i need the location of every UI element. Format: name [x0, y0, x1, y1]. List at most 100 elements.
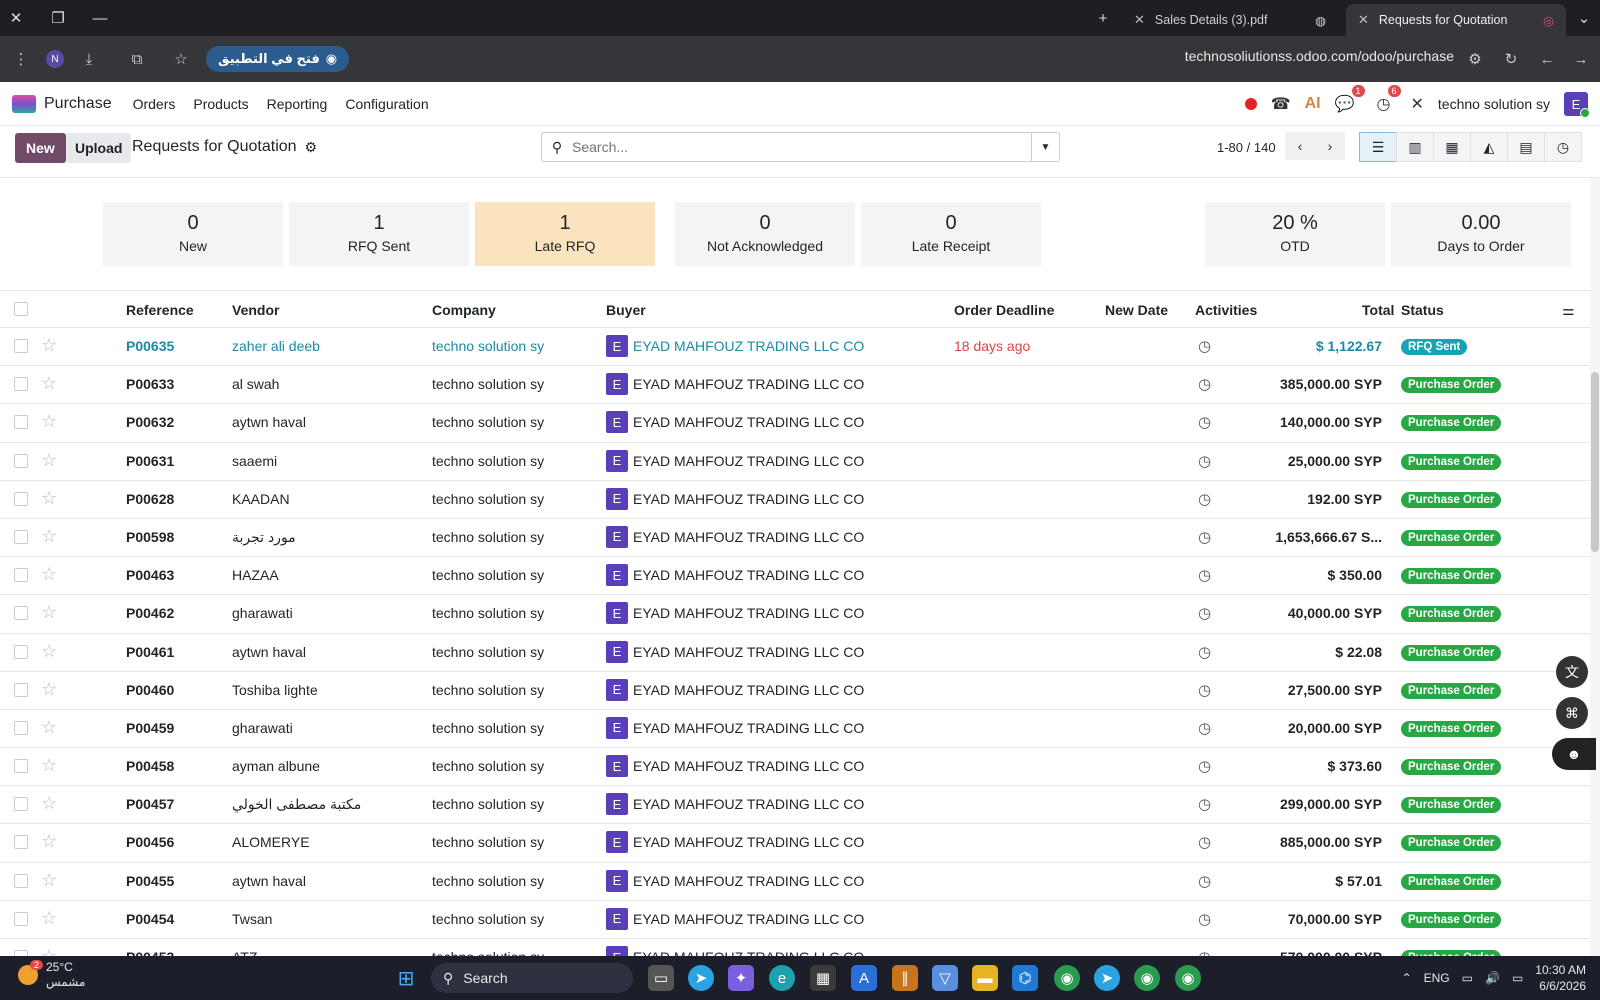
back-icon[interactable]: ←: [1530, 51, 1564, 68]
chrome-icon[interactable]: ◉: [1054, 965, 1080, 991]
store-icon[interactable]: ▦: [810, 965, 836, 991]
activity-clock-icon[interactable]: ◷: [1198, 757, 1211, 775]
row-checkbox[interactable]: [14, 415, 28, 430]
star-icon[interactable]: ☆: [41, 908, 57, 929]
menu-configuration[interactable]: Configuration: [345, 96, 428, 112]
activity-clock-icon[interactable]: ◷: [1198, 528, 1211, 546]
task-view-icon[interactable]: ▭: [648, 965, 674, 991]
search-options-dropdown-icon[interactable]: ▼: [1031, 133, 1059, 161]
optional-columns-icon[interactable]: ⚌: [1562, 302, 1575, 319]
battery-icon[interactable]: ▭: [1512, 971, 1523, 985]
recording-indicator[interactable]: [1244, 98, 1257, 110]
open-in-app-button[interactable]: فتح في التطبيق ◉: [206, 46, 350, 72]
table-row[interactable]: ☆ P00632 aytwn haval techno solution sy E EYA…: [0, 404, 1590, 443]
pager-previous-button[interactable]: ‹: [1285, 132, 1315, 160]
telegram-icon[interactable]: ➤: [688, 965, 714, 991]
select-all-checkbox[interactable]: [14, 302, 28, 316]
row-checkbox[interactable]: [14, 453, 28, 468]
purchase-app-icon[interactable]: [12, 94, 36, 113]
apps-icon[interactable]: ⌘: [1556, 697, 1588, 729]
activity-clock-icon[interactable]: ◷: [1198, 910, 1211, 928]
activity-clock-icon[interactable]: ◷: [1198, 872, 1211, 890]
row-checkbox[interactable]: [14, 491, 28, 506]
azure-icon[interactable]: A: [851, 965, 877, 991]
telegram-desktop-icon[interactable]: ➤: [1094, 965, 1120, 991]
menu-products[interactable]: Products: [193, 96, 248, 112]
graph-view-icon[interactable]: ◭: [1470, 132, 1508, 162]
star-icon[interactable]: ☆: [41, 870, 57, 891]
star-icon[interactable]: ☆: [41, 602, 57, 623]
row-checkbox[interactable]: [14, 873, 28, 888]
gear-icon[interactable]: ⚙: [305, 139, 318, 156]
col-total[interactable]: Total: [1362, 302, 1394, 318]
star-icon[interactable]: ☆: [41, 488, 57, 509]
row-checkbox[interactable]: [14, 835, 28, 850]
app-name[interactable]: Purchase: [44, 95, 112, 113]
table-row[interactable]: ☆ P00455 aytwn haval techno solution sy E EYA…: [0, 863, 1590, 901]
restore-window-icon[interactable]: ❐: [42, 0, 74, 36]
app-icon-stripes[interactable]: ∥: [892, 965, 918, 991]
star-icon[interactable]: ☆: [41, 335, 57, 356]
star-icon[interactable]: ☆: [41, 679, 57, 700]
row-checkbox[interactable]: [14, 606, 28, 621]
table-row[interactable]: ☆ P00454 Twsan techno solution sy E EYAD MAHF…: [0, 901, 1590, 939]
table-row[interactable]: ☆ P00457 مكتبة مصطفى الخولي techno solution…: [0, 786, 1590, 825]
col-status[interactable]: Status: [1401, 302, 1444, 318]
table-row[interactable]: ☆ P00459 gharawati techno solution sy E EYAD …: [0, 710, 1590, 749]
new-button[interactable]: New: [15, 133, 66, 163]
search-input[interactable]: [572, 139, 1031, 155]
activity-clock-icon[interactable]: ◷: [1198, 337, 1211, 355]
pager-value[interactable]: 1-80 / 140: [1217, 140, 1276, 155]
pivot-view-icon[interactable]: ▦: [1433, 132, 1471, 162]
ai-icon[interactable]: AI: [1305, 95, 1321, 113]
url-field[interactable]: technosoliutionss.odoo.com/odoo/purchase: [1185, 48, 1454, 64]
activity-clock-icon[interactable]: ◷: [1198, 604, 1211, 622]
menu-reporting[interactable]: Reporting: [267, 96, 328, 112]
vscode-icon[interactable]: ⌬: [1012, 965, 1038, 991]
minimize-window-icon[interactable]: —: [84, 0, 116, 36]
close-window-icon[interactable]: ✕: [0, 0, 32, 36]
col-new-date[interactable]: New Date: [1105, 302, 1168, 318]
star-icon[interactable]: ☆: [41, 641, 57, 662]
col-activities[interactable]: Activities: [1195, 302, 1257, 318]
card-rfq-sent[interactable]: 1 RFQ Sent: [289, 202, 469, 266]
activity-view-icon[interactable]: ◷: [1544, 132, 1582, 162]
reload-icon[interactable]: ↻: [1494, 50, 1528, 68]
activity-clock-icon[interactable]: ◷: [1198, 795, 1211, 813]
row-checkbox[interactable]: [14, 529, 28, 544]
bookmark-star-icon[interactable]: ☆: [164, 50, 198, 68]
activity-clock-icon[interactable]: ◷: [1198, 490, 1211, 508]
card-not-acknowledged[interactable]: 0 Not Acknowledged: [675, 202, 855, 266]
vpn-icon[interactable]: ▽: [932, 965, 958, 991]
file-explorer-icon[interactable]: ▬: [972, 965, 998, 991]
star-icon[interactable]: ☆: [41, 564, 57, 585]
star-icon[interactable]: ☆: [41, 373, 57, 394]
tray-overflow-icon[interactable]: ⌃: [1402, 971, 1412, 985]
kanban-view-icon[interactable]: ▥: [1396, 132, 1434, 162]
table-row[interactable]: ☆ P00598 مورد تجربة techno solution sy E EYAD…: [0, 519, 1590, 558]
row-checkbox[interactable]: [14, 682, 28, 697]
row-checkbox[interactable]: [14, 720, 28, 735]
activity-clock-icon[interactable]: ◷: [1198, 833, 1211, 851]
row-checkbox[interactable]: [14, 339, 28, 353]
download-icon[interactable]: ⤓: [72, 51, 106, 68]
copilot-icon[interactable]: ✦: [728, 965, 754, 991]
upload-button[interactable]: Upload: [66, 133, 132, 163]
table-row[interactable]: ☆ P00633 al swah techno solution sy E EYAD MA…: [0, 366, 1590, 405]
table-row[interactable]: ☆ P00631 saaemi techno solution sy E EYAD MAH…: [0, 443, 1590, 481]
table-row[interactable]: ☆ P00462 gharawati techno solution sy E EYAD …: [0, 595, 1590, 634]
extensions-icon[interactable]: ⧉: [120, 51, 154, 68]
col-order-deadline[interactable]: Order Deadline: [954, 302, 1054, 318]
scrollbar-thumb[interactable]: [1591, 372, 1599, 552]
phone-icon[interactable]: ☎: [1271, 94, 1291, 114]
table-row[interactable]: ☆ P00461 aytwn haval techno solution sy E EYA…: [0, 634, 1590, 672]
table-row[interactable]: ☆ P00456 ALOMERYE techno solution sy E EYAD M…: [0, 824, 1590, 863]
tab-requests-for-quotation[interactable]: ✕ Requests for Quotation ◎: [1346, 4, 1566, 36]
translate-icon[interactable]: 文: [1556, 656, 1588, 688]
edge-icon[interactable]: e: [769, 965, 795, 991]
tab-close-icon[interactable]: ✕: [1358, 12, 1369, 28]
site-settings-icon[interactable]: ⚙: [1458, 50, 1492, 68]
card-late-receipt[interactable]: 0 Late Receipt: [861, 202, 1041, 266]
col-vendor[interactable]: Vendor: [232, 302, 279, 318]
user-avatar[interactable]: E: [1564, 92, 1590, 118]
